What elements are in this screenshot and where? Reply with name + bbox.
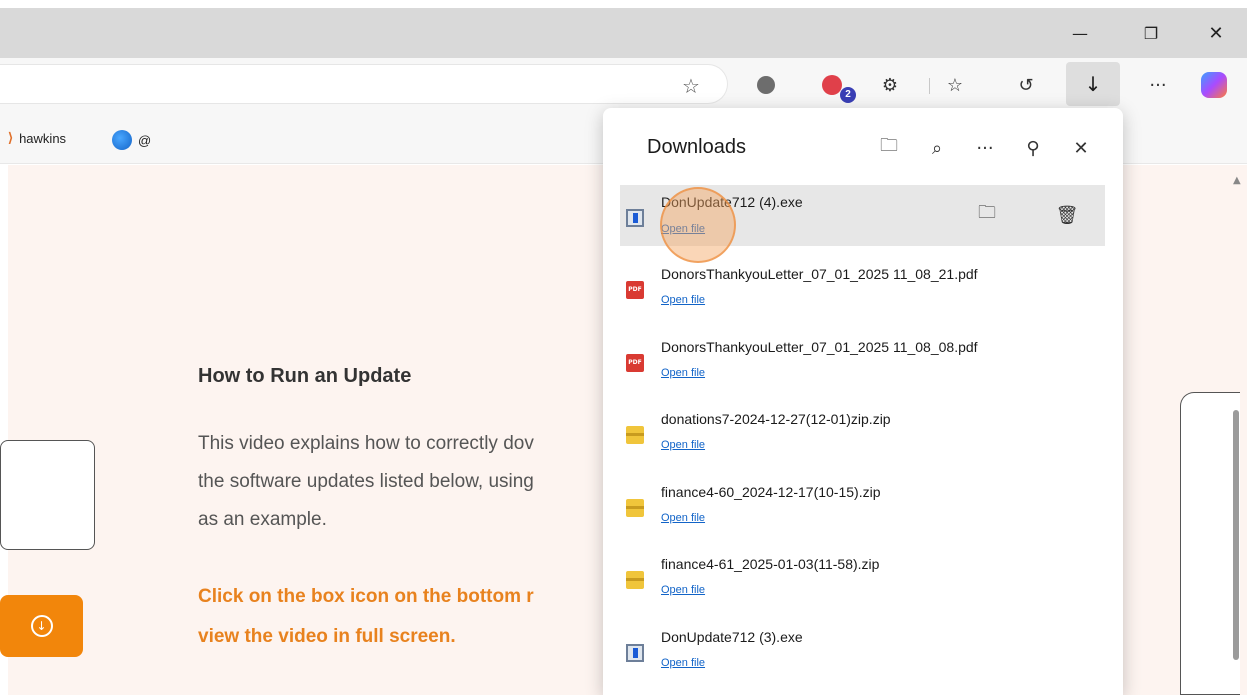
bookmark-hawkins[interactable]: ⟩ hawkins [8, 130, 66, 146]
minimize-icon[interactable]: — [1057, 8, 1103, 58]
paragraph-line: the software updates listed below, using [198, 471, 534, 492]
instruction-line: Click on the box icon on the bottom r [198, 586, 534, 607]
zip-file-icon [626, 571, 644, 589]
downloads-flyout: Downloads 🗀 ⌕ ··· ⚲ ✕ DonUpdate712 (4).e… [603, 108, 1123, 695]
search-icon[interactable]: ⌕ [921, 134, 953, 162]
exe-file-icon [626, 643, 644, 662]
file-name: DonorsThankyouLetter_07_01_2025 11_08_08… [661, 338, 978, 355]
show-in-folder-icon[interactable]: 🗀 [972, 202, 1002, 228]
download-item[interactable]: finance4-60_2024-12-17(10-15).zip Open f… [620, 475, 1105, 548]
browser-toolbar: ☆ 2 ⚙ ☆ ↺ ↓ ··· [0, 58, 1247, 110]
more-menu-icon[interactable]: ··· [1144, 71, 1172, 99]
page-scrollbar[interactable]: ▲ [1225, 165, 1247, 695]
file-name: DonorsThankyouLetter_07_01_2025 11_08_21… [661, 266, 978, 282]
open-file-link[interactable]: Open file [661, 294, 705, 306]
downloads-title: Downloads [647, 136, 746, 158]
pdf-file-icon: PDF [626, 281, 644, 299]
download-circle-icon: ↓ [30, 615, 53, 637]
download-icon[interactable]: ↓ [1066, 62, 1120, 106]
open-file-link[interactable]: Open file [661, 439, 705, 451]
open-folder-icon[interactable]: 🗀 [873, 134, 905, 162]
download-item[interactable]: PDF DonorsThankyouLetter_07_01_2025 11_0… [620, 257, 1105, 330]
open-file-link[interactable]: Open file [661, 512, 705, 524]
file-name: DonUpdate712 (3).exe [661, 628, 803, 645]
title-bar: — ❐ ✕ [0, 8, 1247, 58]
open-file-link[interactable]: Open file [661, 223, 705, 235]
history-icon[interactable]: ↺ [1012, 71, 1040, 99]
instruction-line: view the video in full screen. [198, 626, 456, 647]
file-name: finance4-61_2025-01-03(11-58).zip [661, 556, 880, 572]
page-heading: How to Run an Update [198, 365, 412, 387]
file-name: finance4-60_2024-12-17(10-15).zip [661, 483, 881, 500]
bookmark-label: hawkins [19, 130, 67, 146]
instruction-text: Click on the box icon on the bottom r vi… [198, 577, 668, 657]
download-item[interactable]: finance4-61_2025-01-03(11-58).zip Open f… [620, 547, 1105, 620]
zip-file-icon [626, 426, 644, 444]
extension-icon[interactable]: 2 [818, 71, 856, 103]
scroll-up-icon[interactable]: ▲ [1233, 175, 1241, 186]
download-button[interactable]: ↓ [0, 595, 83, 657]
scroll-thumb[interactable] [1233, 410, 1239, 660]
file-name: donations7-2024-12-27(12-01)zip.zip [661, 411, 891, 427]
paragraph-line: This video explains how to correctly dov [198, 433, 534, 454]
bookmark-at[interactable]: @ [112, 130, 151, 150]
favorites-icon[interactable]: ☆ [941, 71, 969, 99]
extensions-puzzle-icon[interactable]: ⚙ [876, 71, 904, 99]
pdf-file-icon: PDF [626, 353, 644, 372]
close-icon[interactable]: ✕ [1065, 134, 1097, 162]
pin-icon[interactable]: ⚲ [1017, 134, 1049, 162]
close-icon[interactable]: ✕ [1193, 8, 1239, 58]
favorite-star-icon[interactable]: ☆ [678, 73, 704, 99]
open-file-link[interactable]: Open file [661, 657, 705, 669]
download-item[interactable]: DonUpdate712 (3).exe Open file [620, 620, 1105, 693]
paragraph-line: as an example. [198, 509, 327, 530]
file-name: DonUpdate712 (4).exe [661, 194, 803, 210]
bookmark-label: @ [138, 132, 152, 148]
extension-shield-icon[interactable] [752, 71, 780, 99]
downloads-actions: 🗀 ⌕ ··· ⚲ ✕ [873, 134, 1097, 162]
toolbar-divider [929, 78, 930, 94]
open-file-link[interactable]: Open file [661, 367, 705, 379]
copilot-icon[interactable] [1200, 71, 1228, 99]
delete-icon[interactable]: 🗑 [1052, 202, 1082, 228]
download-item[interactable]: donations7-2024-12-27(12-01)zip.zip Open… [620, 402, 1105, 475]
address-bar[interactable]: ☆ [0, 64, 728, 104]
download-item[interactable]: DonUpdate712 (4).exe Open file 🗀 🗑 [620, 185, 1105, 263]
bookmark-favicon: ⟩ [8, 130, 14, 145]
exe-file-icon [626, 209, 644, 227]
edge-favicon [112, 130, 132, 150]
open-file-link[interactable]: Open file [661, 584, 705, 596]
zip-file-icon [626, 498, 644, 517]
restore-icon[interactable]: ❐ [1128, 8, 1174, 58]
downloads-list: DonUpdate712 (4).exe Open file 🗀 🗑 PDF D… [620, 185, 1105, 692]
video-box[interactable] [0, 440, 95, 550]
extension-badge: 2 [840, 87, 856, 103]
page-paragraph: This video explains how to correctly dov… [198, 425, 658, 539]
download-item[interactable]: PDF DonorsThankyouLetter_07_01_2025 11_0… [620, 330, 1105, 403]
more-options-icon[interactable]: ··· [969, 134, 1001, 162]
